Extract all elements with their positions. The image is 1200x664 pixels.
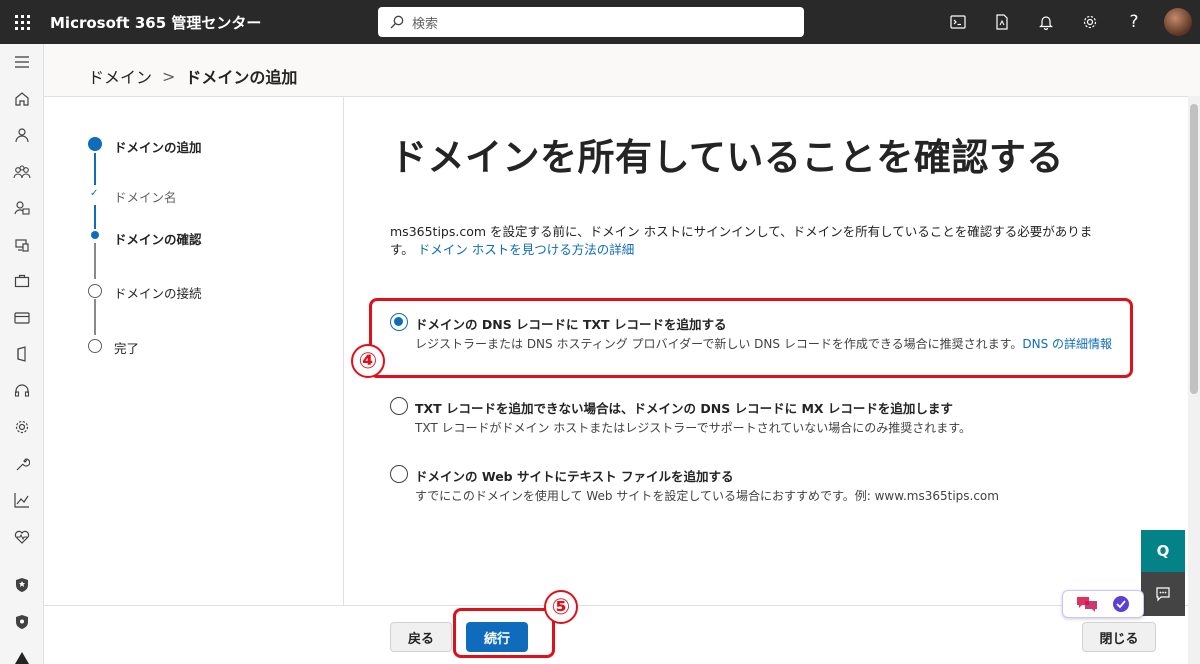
wizard-footer: 戻る 続行 閉じる — [44, 605, 1188, 664]
step-domain-name: ドメイン名 — [114, 190, 177, 205]
verified-check-icon — [1113, 596, 1129, 612]
wrench-icon[interactable] — [0, 446, 44, 483]
wizard-panel: ✓ ドメインの追加 ドメイン名 ドメインの確認 ドメインの接続 完了 ドメインを… — [44, 96, 1188, 664]
option-title: ドメインの Web サイトにテキスト ファイルを追加する — [415, 469, 734, 484]
step-finish: 完了 — [114, 341, 140, 356]
step-dot-current — [88, 137, 102, 151]
annotation-box-5 — [453, 608, 555, 658]
chat-bubbles-icon — [1077, 597, 1097, 612]
close-button[interactable]: 閉じる — [1082, 622, 1156, 652]
back-button[interactable]: 戻る — [390, 622, 452, 652]
security-shield-icon[interactable] — [0, 567, 44, 604]
billing-icon[interactable] — [0, 300, 44, 337]
app-title[interactable]: Microsoft 365 管理センター — [50, 12, 261, 33]
annotation-number-5: ⑤ — [544, 590, 578, 624]
wizard-steps: ✓ ドメインの追加 ドメイン名 ドメインの確認 ドメインの接続 完了 — [44, 97, 344, 605]
intro-text: ms365tips.com を設定する前に、ドメイン ホストにサインインして、ド… — [390, 224, 1093, 257]
option-desc: すでにこのドメインを使用して Web サイトを設定している場合におすすめです。例… — [415, 489, 999, 503]
search-icon — [390, 15, 404, 29]
office-icon[interactable] — [0, 336, 44, 373]
annotation-number-4: ④ — [351, 344, 385, 378]
radio-text-file[interactable] — [390, 465, 408, 483]
home-icon[interactable] — [0, 81, 44, 118]
radio-mx-record[interactable] — [390, 397, 408, 415]
step-connector — [94, 243, 96, 279]
step-add-domain: ドメインの追加 — [114, 140, 202, 155]
health-icon[interactable] — [0, 519, 44, 556]
gear-icon[interactable] — [1068, 0, 1112, 44]
settings-icon[interactable] — [0, 409, 44, 446]
app-launcher-icon[interactable] — [0, 0, 44, 44]
scrollbar[interactable] — [1188, 96, 1200, 664]
roles-icon[interactable] — [0, 190, 44, 227]
feedback-button[interactable] — [1141, 572, 1185, 616]
option-title: TXT レコードを追加できない場合は、ドメインの DNS レコードに MX レコ… — [415, 401, 953, 416]
page-title: ドメインを所有していることを確認する — [390, 136, 1064, 179]
rail-divider — [0, 555, 43, 567]
nav-rail — [0, 44, 44, 664]
step-dot-pending — [88, 339, 102, 353]
compliance-shield-icon[interactable] — [0, 604, 44, 641]
step-verify-domain: ドメインの確認 — [114, 232, 202, 247]
main-content: ドメインを所有していることを確認する ms365tips.com を設定する前に… — [390, 127, 1150, 503]
search-placeholder: 検索 — [412, 16, 439, 32]
step-dot-pending — [88, 284, 102, 298]
search-input[interactable]: 検索 — [378, 7, 804, 37]
find-host-link[interactable]: ドメイン ホストを見つける方法の詳細 — [418, 242, 634, 257]
breadcrumb-current: ドメインの追加 — [185, 68, 298, 87]
step-connector — [94, 153, 96, 185]
menu-icon[interactable] — [0, 44, 44, 81]
chat-icon — [1156, 587, 1170, 602]
devices-icon[interactable] — [0, 227, 44, 264]
breadcrumb-domains-link[interactable]: ドメイン — [88, 64, 152, 88]
terminal-icon[interactable] — [936, 0, 980, 44]
option-mx-record[interactable]: TXT レコードを追加できない場合は、ドメインの DNS レコードに MX レコ… — [390, 397, 1130, 437]
breadcrumb-separator: > — [162, 66, 176, 86]
chat-widget[interactable] — [1062, 590, 1144, 618]
breadcrumb: ドメイン > ドメインの追加 — [88, 64, 297, 88]
support-icon[interactable] — [0, 373, 44, 410]
azure-icon[interactable] — [0, 640, 44, 664]
top-bar: Microsoft 365 管理センター 検索 ? — [0, 0, 1200, 44]
annotation-box-4 — [369, 298, 1133, 378]
step-dot-active — [91, 231, 99, 239]
reports-icon[interactable] — [0, 482, 44, 519]
step-connector — [94, 299, 96, 335]
option-text-file[interactable]: ドメインの Web サイトにテキスト ファイルを追加する すでにこのドメインを使… — [390, 465, 1130, 505]
step-check-icon: ✓ — [90, 188, 99, 199]
help-assistant-button[interactable]: Q — [1141, 530, 1185, 572]
briefcase-icon[interactable] — [0, 263, 44, 300]
document-icon[interactable] — [980, 0, 1024, 44]
groups-icon[interactable] — [0, 154, 44, 191]
option-desc: TXT レコードがドメイン ホストまたはレジストラーでサポートされていない場合に… — [415, 421, 972, 435]
help-icon[interactable]: ? — [1112, 0, 1156, 44]
step-connect-domain: ドメインの接続 — [114, 286, 202, 301]
avatar[interactable] — [1164, 8, 1192, 36]
step-connector — [94, 205, 96, 229]
user-icon[interactable] — [0, 117, 44, 154]
bell-icon[interactable] — [1024, 0, 1068, 44]
scrollbar-thumb[interactable] — [1190, 104, 1198, 394]
